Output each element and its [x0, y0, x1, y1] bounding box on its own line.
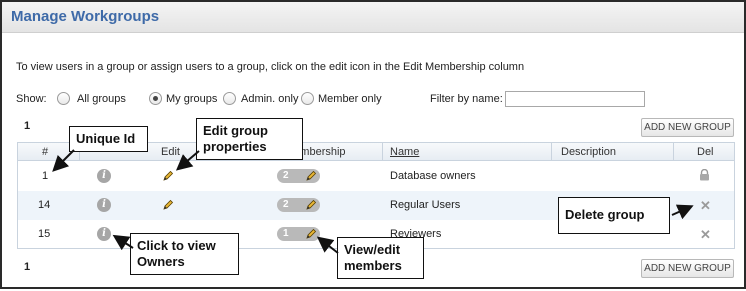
pencil-icon	[306, 228, 317, 239]
info-icon[interactable]: i	[97, 227, 111, 241]
pencil-icon	[306, 199, 317, 210]
filter-by-name-label: Filter by name:	[430, 93, 503, 105]
panel-header: Manage Workgroups	[2, 2, 744, 33]
radio-my-groups[interactable]	[149, 92, 162, 105]
callout-view-members: View/edit members	[337, 237, 424, 279]
lock-icon	[700, 169, 709, 181]
callout-view-owners: Click to view Owners	[130, 233, 239, 275]
pencil-icon	[306, 170, 317, 181]
workgroups-panel: Manage Workgroups To view users in a gro…	[0, 0, 746, 289]
filter-bar: Show: All groups My groups Admin. only M…	[16, 91, 736, 108]
member-count: 2	[283, 170, 289, 181]
col-edit: Edit	[161, 146, 180, 158]
col-del: Del	[697, 146, 714, 158]
radio-all-groups[interactable]	[57, 92, 70, 105]
info-icon[interactable]: i	[97, 169, 111, 183]
delete-icon[interactable]: ✕	[700, 199, 711, 212]
radio-all-groups-label[interactable]: All groups	[77, 93, 126, 105]
add-new-group-button-bottom[interactable]: ADD NEW GROUP	[641, 259, 734, 278]
radio-my-groups-label[interactable]: My groups	[166, 93, 217, 105]
instructions-text: To view users in a group or assign users…	[16, 61, 525, 73]
edit-membership-button[interactable]: 2	[277, 198, 320, 212]
member-count: 2	[283, 199, 289, 210]
row-name: Database owners	[390, 170, 476, 182]
edit-membership-button[interactable]: 1	[277, 227, 320, 241]
radio-member-only[interactable]	[301, 92, 314, 105]
pager-bottom[interactable]: 1	[24, 261, 30, 273]
row-id: 14	[38, 199, 51, 211]
pager-top[interactable]: 1	[24, 120, 30, 132]
row-id: 1	[42, 170, 49, 182]
add-new-group-button-top[interactable]: ADD NEW GROUP	[641, 118, 734, 137]
col-description: Description	[561, 146, 617, 158]
pencil-icon[interactable]	[162, 199, 174, 211]
callout-edit-group: Edit group properties	[196, 118, 303, 160]
radio-member-only-label[interactable]: Member only	[318, 93, 382, 105]
delete-icon[interactable]: ✕	[700, 228, 711, 241]
col-name-sort-link[interactable]: Name	[390, 146, 419, 158]
callout-delete-group: Delete group	[558, 197, 670, 234]
row-name: Regular Users	[390, 199, 461, 211]
member-count: 1	[283, 228, 289, 239]
edit-membership-button[interactable]: 2	[277, 169, 320, 183]
row-id: 15	[38, 228, 51, 240]
show-label: Show:	[16, 93, 47, 105]
page-title: Manage Workgroups	[11, 8, 160, 25]
col-id: #	[42, 146, 49, 158]
info-icon[interactable]: i	[97, 198, 111, 212]
table-row: 1 i 2 Database owners	[18, 162, 734, 191]
filter-by-name-input[interactable]	[505, 91, 645, 107]
radio-admin-only[interactable]	[223, 92, 236, 105]
callout-unique-id: Unique Id	[69, 126, 148, 152]
radio-admin-only-label[interactable]: Admin. only	[241, 93, 298, 105]
pencil-icon[interactable]	[162, 170, 174, 182]
